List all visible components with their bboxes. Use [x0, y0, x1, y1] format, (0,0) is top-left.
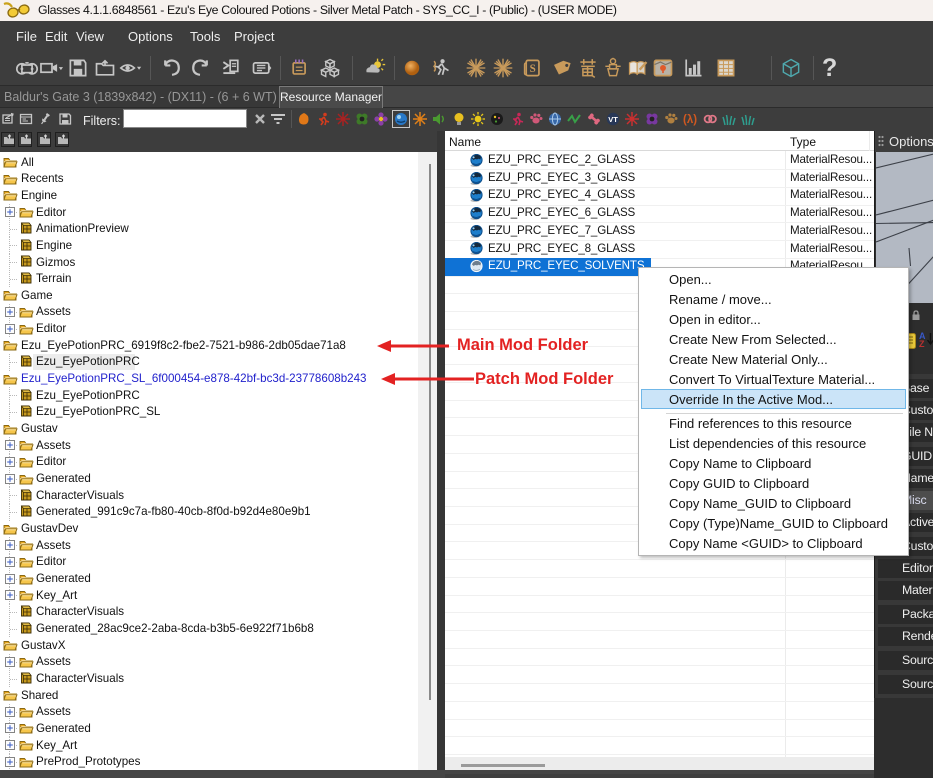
svg-text:VT: VT — [608, 115, 618, 124]
svg-text:S: S — [530, 63, 536, 75]
svg-text:(λ): (λ) — [683, 114, 697, 126]
